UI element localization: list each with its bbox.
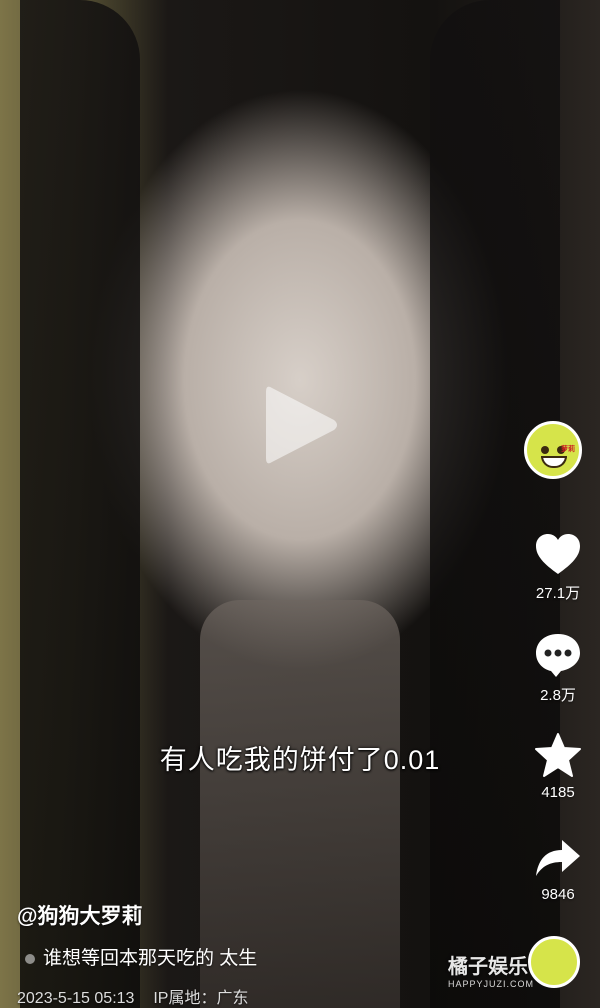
avatar-mouth xyxy=(541,456,567,468)
comment-button[interactable]: 2.8万 xyxy=(520,632,596,705)
share-button[interactable]: 9846 xyxy=(520,838,596,903)
comment-bubble-icon xyxy=(536,634,580,677)
avatar-eye-left xyxy=(541,446,549,454)
like-button[interactable]: 27.1万 xyxy=(520,532,596,603)
watermark-url: HAPPYJUZI.COM xyxy=(448,979,535,989)
ip-location: IP属地：广东 xyxy=(153,990,249,1007)
video-caption: 有人吃我的饼付了0.01 xyxy=(0,738,600,777)
favorite-count: 4185 xyxy=(541,784,575,801)
creator-avatar[interactable]: 萝莉 xyxy=(524,421,582,479)
share-count: 9846 xyxy=(541,886,575,903)
play-icon[interactable] xyxy=(258,380,342,470)
watermark: 橘子娱乐 HAPPYJUZI.COM xyxy=(448,950,534,989)
video-description[interactable]: 谁想等回本那天吃的 太生 xyxy=(25,943,257,970)
video-caption-text: 有人吃我的饼付了0.01 xyxy=(159,745,441,775)
music-disc-avatar[interactable] xyxy=(528,936,580,988)
post-date: 2023-5-15 05:13 xyxy=(17,990,135,1007)
share-arrow-icon xyxy=(536,840,580,876)
background-hair-left xyxy=(20,0,140,1008)
video-description-text: 谁想等回本那天吃的 太生 xyxy=(43,948,258,969)
watermark-logo: 橘子娱乐 xyxy=(448,956,528,978)
post-meta: 2023-5-15 05:13 IP属地：广东 xyxy=(17,984,248,1008)
avatar-tag: 萝莉 xyxy=(561,446,575,453)
heart-icon xyxy=(536,534,580,574)
description-marker xyxy=(25,953,35,964)
like-count: 27.1万 xyxy=(535,585,581,602)
video-stage[interactable]: 萝莉 27.1万 2.8万 4185 9846 有人吃我的饼付了0.01 @狗狗… xyxy=(0,0,600,1008)
comment-count: 2.8万 xyxy=(540,687,576,704)
creator-handle[interactable]: @狗狗大罗莉 xyxy=(17,900,142,930)
